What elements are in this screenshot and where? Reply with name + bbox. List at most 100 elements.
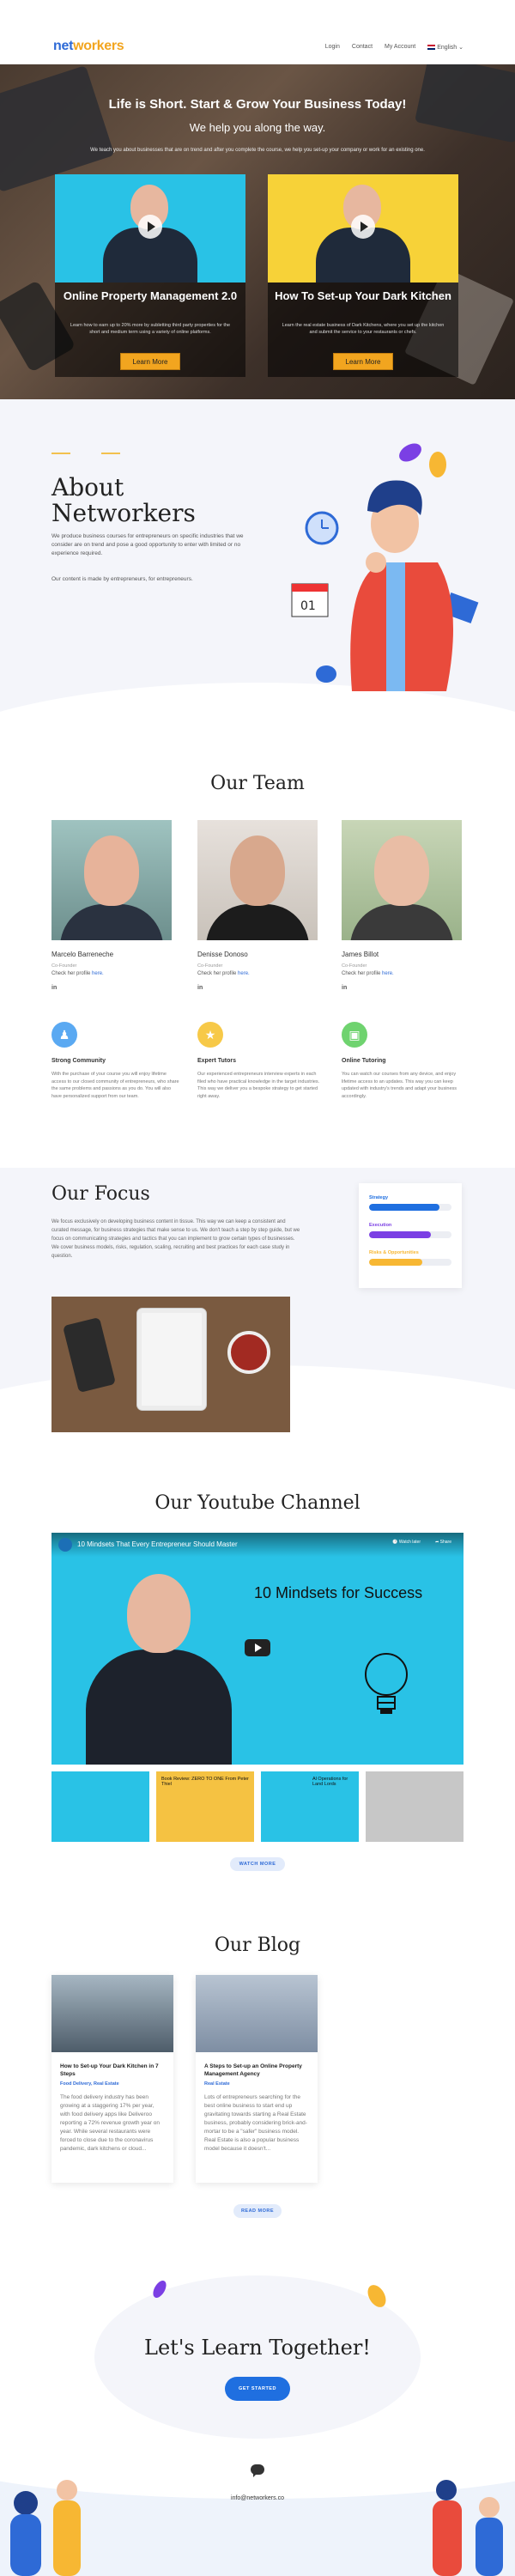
progress-bar-strategy xyxy=(369,1204,451,1211)
profile-link[interactable]: here. xyxy=(238,971,250,976)
divider xyxy=(101,453,120,454)
hero-title: Life is Short. Start & Grow Your Busines… xyxy=(108,97,407,112)
feature-description: With the purchase of your course you wil… xyxy=(52,1072,179,1099)
people-illustration-right xyxy=(433,2480,503,2576)
team-member: James Billot Co-Founder Check her profil… xyxy=(342,820,462,991)
blog-title: Our Blog xyxy=(214,1935,301,1956)
post-title[interactable]: How to Set-up Your Dark Kitchen in 7 Ste… xyxy=(60,2063,165,2078)
logo[interactable]: networkers xyxy=(53,39,124,54)
post-category[interactable]: Food Delivery, Real Estate xyxy=(60,2081,165,2087)
member-role: Co-Founder xyxy=(52,963,77,969)
about-section: About Networkers We produce business cou… xyxy=(0,399,515,760)
play-icon[interactable] xyxy=(245,1639,270,1656)
video-thumbnail[interactable] xyxy=(366,1771,464,1842)
play-icon[interactable] xyxy=(351,215,375,239)
video-thumbnail[interactable]: Al Operations for Land Lords xyxy=(261,1771,359,1842)
language-selector[interactable]: English ⌄ xyxy=(427,44,464,51)
member-photo xyxy=(342,820,462,940)
about-paragraph: We produce business courses for entrepre… xyxy=(52,533,244,556)
learn-more-button[interactable]: Learn More xyxy=(333,353,393,370)
watch-more-button[interactable]: WATCH MORE xyxy=(230,1857,285,1871)
linkedin-icon[interactable]: in xyxy=(342,985,462,991)
contact-email[interactable]: info@networkers.co xyxy=(0,2495,515,2501)
cta-title: Let's Learn Together! xyxy=(144,2336,371,2360)
profile-link[interactable]: here. xyxy=(92,971,104,976)
feature-description: Our experienced entrepreneurs interview … xyxy=(197,1072,320,1099)
progress-bar-risks xyxy=(369,1259,451,1266)
focus-section: Our Focus We focus exclusively on develo… xyxy=(0,1168,515,1477)
channel-avatar[interactable] xyxy=(58,1538,72,1552)
people-illustration-left xyxy=(10,2480,81,2576)
post-image[interactable] xyxy=(196,1975,318,2052)
post-excerpt: Lots of entrepreneurs searching for the … xyxy=(204,2094,307,2152)
course-thumbnail[interactable] xyxy=(268,174,458,283)
get-started-button[interactable]: GET STARTED xyxy=(225,2377,290,2401)
logo-part-workers: workers xyxy=(73,39,124,53)
thinking-man-illustration: 01 xyxy=(291,443,479,691)
member-photo xyxy=(197,820,318,940)
progress-bar-execution xyxy=(369,1231,451,1238)
blog-post-card[interactable]: How to Set-up Your Dark Kitchen in 7 Ste… xyxy=(52,1975,173,2183)
member-role: Co-Founder xyxy=(197,963,223,969)
focus-description: We focus exclusively on developing busin… xyxy=(52,1219,300,1259)
team-title: Our Team xyxy=(210,773,305,794)
member-profile: Check her profile here. xyxy=(52,971,172,976)
about-paragraph: Our content is made by entrepreneurs, fo… xyxy=(52,576,193,582)
course-card: Online Property Management 2.0 Learn how… xyxy=(55,174,245,377)
progress-fill xyxy=(369,1259,423,1266)
course-title: Online Property Management 2.0 xyxy=(63,289,238,302)
linkedin-icon[interactable]: in xyxy=(52,985,172,991)
blob-shape xyxy=(429,452,446,477)
learn-more-button[interactable]: Learn More xyxy=(120,353,180,370)
thumbnail-title: Al Operations for Land Lords xyxy=(312,1777,348,1787)
uk-flag-icon xyxy=(427,45,436,51)
calendar-day: 01 xyxy=(300,599,316,613)
nav-my-account[interactable]: My Account xyxy=(385,44,415,51)
divider xyxy=(52,453,70,454)
profile-text: Check her profile xyxy=(197,971,237,976)
progress-fill xyxy=(369,1231,431,1238)
youtube-player[interactable]: 10 Mindsets That Every Entrepreneur Shou… xyxy=(52,1533,464,1765)
share-label: Share xyxy=(439,1540,451,1545)
linkedin-icon[interactable]: in xyxy=(197,985,318,991)
community-icon: ♟ xyxy=(52,1022,77,1048)
skills-card: Strategy Execution Risks & Opportunities xyxy=(359,1183,462,1288)
video-thumbnails: Book Review: ZERO TO ONE From Peter Thie… xyxy=(52,1771,464,1842)
course-description: Learn the real estate business of Dark K… xyxy=(282,323,445,335)
tablet-desk-image xyxy=(52,1297,290,1432)
member-profile: Check her profile here. xyxy=(342,971,462,976)
about-title: About Networkers xyxy=(52,473,196,527)
watch-later-button[interactable]: 🕑 Watch later xyxy=(392,1540,421,1545)
course-description: Learn how to earn up to 20% more by subl… xyxy=(70,323,231,335)
feature-online-tutoring: ▣ Online Tutoring You can watch our cour… xyxy=(342,1022,479,1100)
post-title[interactable]: A Steps to Set-up an Online Property Man… xyxy=(204,2063,309,2078)
profile-link[interactable]: here. xyxy=(382,971,394,976)
nav-contact[interactable]: Contact xyxy=(352,44,373,51)
video-thumbnail[interactable] xyxy=(52,1771,149,1842)
play-icon[interactable] xyxy=(138,215,162,239)
member-role: Co-Founder xyxy=(342,963,367,969)
video-thumbnail[interactable]: Book Review: ZERO TO ONE From Peter Thie… xyxy=(156,1771,254,1842)
nav-login[interactable]: Login xyxy=(325,44,340,51)
video-title[interactable]: 10 Mindsets That Every Entrepreneur Shou… xyxy=(77,1540,238,1548)
member-profile: Check her profile here. xyxy=(197,971,318,976)
language-label: English xyxy=(437,45,457,51)
hero-subtitle: We help you along the way. xyxy=(189,121,326,134)
share-button[interactable]: ➦ Share xyxy=(435,1540,451,1545)
post-image[interactable] xyxy=(52,1975,173,2052)
presenter-image xyxy=(86,1574,232,1765)
profile-text: Check her profile xyxy=(342,971,381,976)
post-excerpt: The food delivery industry has been grow… xyxy=(60,2094,160,2152)
chevron-down-icon: ⌄ xyxy=(458,45,464,51)
member-name: James Billot xyxy=(342,951,379,958)
post-category[interactable]: Real Estate xyxy=(204,2081,309,2087)
member-name: Marcelo Barreneche xyxy=(52,951,114,958)
read-more-button[interactable]: READ MORE xyxy=(233,2204,282,2218)
thumbnail-caption: 10 Mindsets for Success xyxy=(254,1584,423,1601)
tutor-icon: ★ xyxy=(197,1022,223,1048)
course-thumbnail[interactable] xyxy=(55,174,245,283)
bar-label: Execution xyxy=(369,1223,392,1228)
blog-post-card[interactable]: A Steps to Set-up an Online Property Man… xyxy=(196,1975,318,2183)
blob-shape xyxy=(316,665,336,683)
hero-section: Life is Short. Start & Grow Your Busines… xyxy=(0,64,515,399)
